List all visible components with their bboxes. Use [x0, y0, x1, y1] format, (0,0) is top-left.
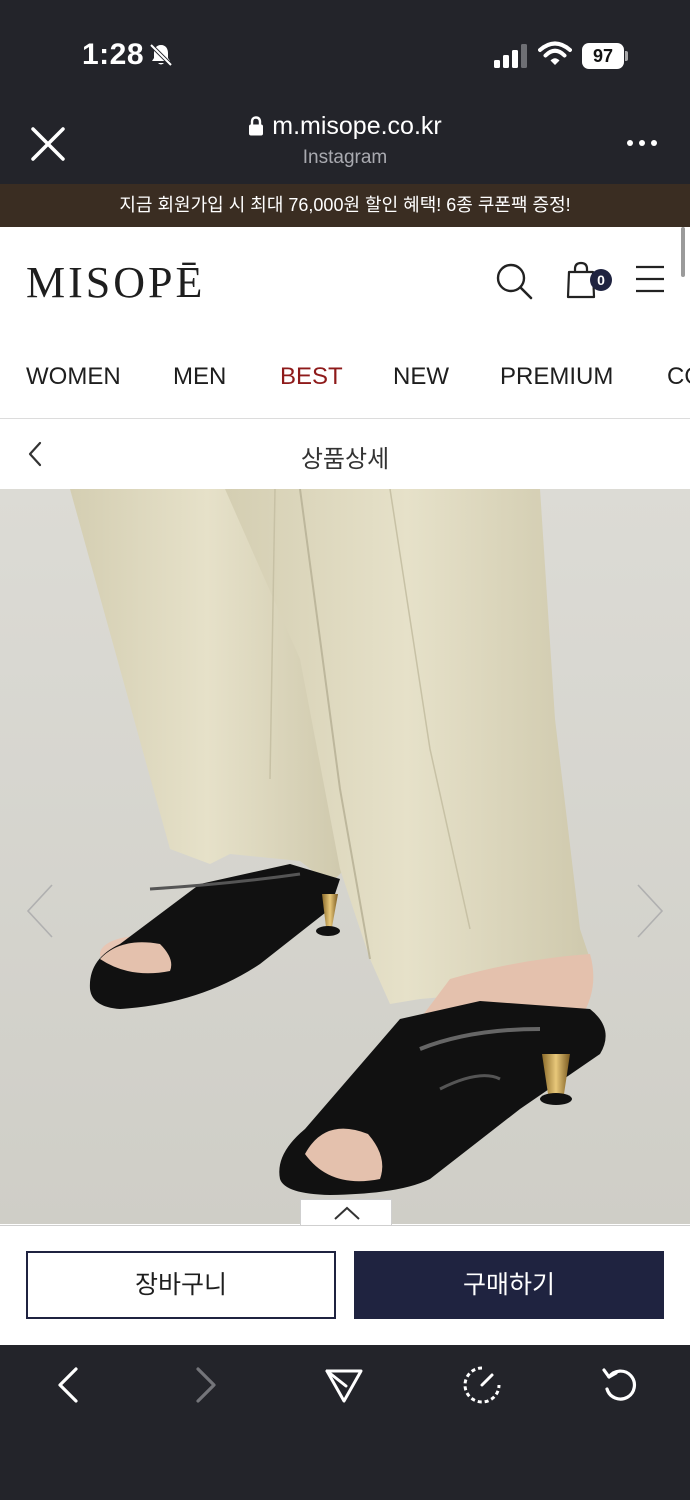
bell-slash-icon [149, 43, 173, 67]
product-image[interactable] [0, 489, 690, 1224]
nav-item-new[interactable]: NEW [393, 363, 449, 391]
hamburger-menu-icon[interactable] [634, 264, 666, 294]
brand-logo[interactable]: MISOPĒ [26, 257, 205, 308]
collapse-toggle-button[interactable] [300, 1199, 392, 1225]
chevron-right-icon[interactable] [634, 883, 666, 939]
nav-item-best[interactable]: BEST [280, 363, 343, 391]
cellular-signal-icon [494, 44, 527, 68]
nav-item-premium[interactable]: PREMIUM [500, 363, 613, 391]
lock-icon [249, 116, 264, 136]
chevron-left-icon[interactable] [24, 883, 56, 939]
chevron-up-icon [334, 1206, 360, 1220]
buy-now-button[interactable]: 구매하기 [354, 1251, 664, 1319]
status-time: 1:28 [82, 38, 145, 71]
battery-icon: 97 [582, 43, 628, 69]
reload-icon[interactable] [600, 1365, 640, 1405]
product-photo-illustration [0, 489, 690, 1224]
url-display[interactable]: m.misope.co.kr [0, 112, 690, 141]
nav-item-men[interactable]: MEN [173, 363, 226, 391]
url-text: m.misope.co.kr [272, 112, 442, 140]
safari-compass-icon[interactable] [462, 1365, 502, 1405]
browser-toolbar [0, 1345, 690, 1500]
source-label: Instagram [302, 147, 388, 168]
nav-item-women[interactable]: WOMEN [26, 363, 121, 391]
share-icon[interactable] [324, 1365, 364, 1405]
promo-banner[interactable]: 지금 회원가입 시 최대 76,000원 할인 혜택! 6종 쿠폰팩 증정! [0, 184, 690, 227]
add-to-cart-button[interactable]: 장바구니 [26, 1251, 336, 1319]
search-icon[interactable] [494, 261, 534, 301]
purchase-bar: 장바구니 구매하기 [0, 1225, 690, 1345]
page-title: 상품상세 [300, 446, 390, 473]
more-icon[interactable] [626, 136, 658, 150]
category-nav: WOMEN MEN BEST NEW PREMIUM CO [0, 355, 690, 399]
page-subheader: 상품상세 [0, 419, 690, 489]
cart-count-badge: 0 [590, 269, 612, 291]
site-header: MISOPĒ 0 [0, 227, 690, 337]
nav-item-co[interactable]: CO [667, 363, 690, 391]
status-bar: 1:28 97 [0, 0, 690, 100]
site-content: MISOPĒ 0 WOMEN MEN BEST NEW PREMIUM CO [0, 227, 690, 1345]
battery-level: 97 [582, 43, 624, 69]
back-icon[interactable] [48, 1365, 88, 1405]
forward-icon[interactable] [186, 1365, 226, 1405]
cart-button[interactable]: 0 [566, 261, 616, 301]
wifi-icon [538, 41, 572, 65]
in-app-browser-bar: m.misope.co.kr Instagram [0, 100, 690, 184]
